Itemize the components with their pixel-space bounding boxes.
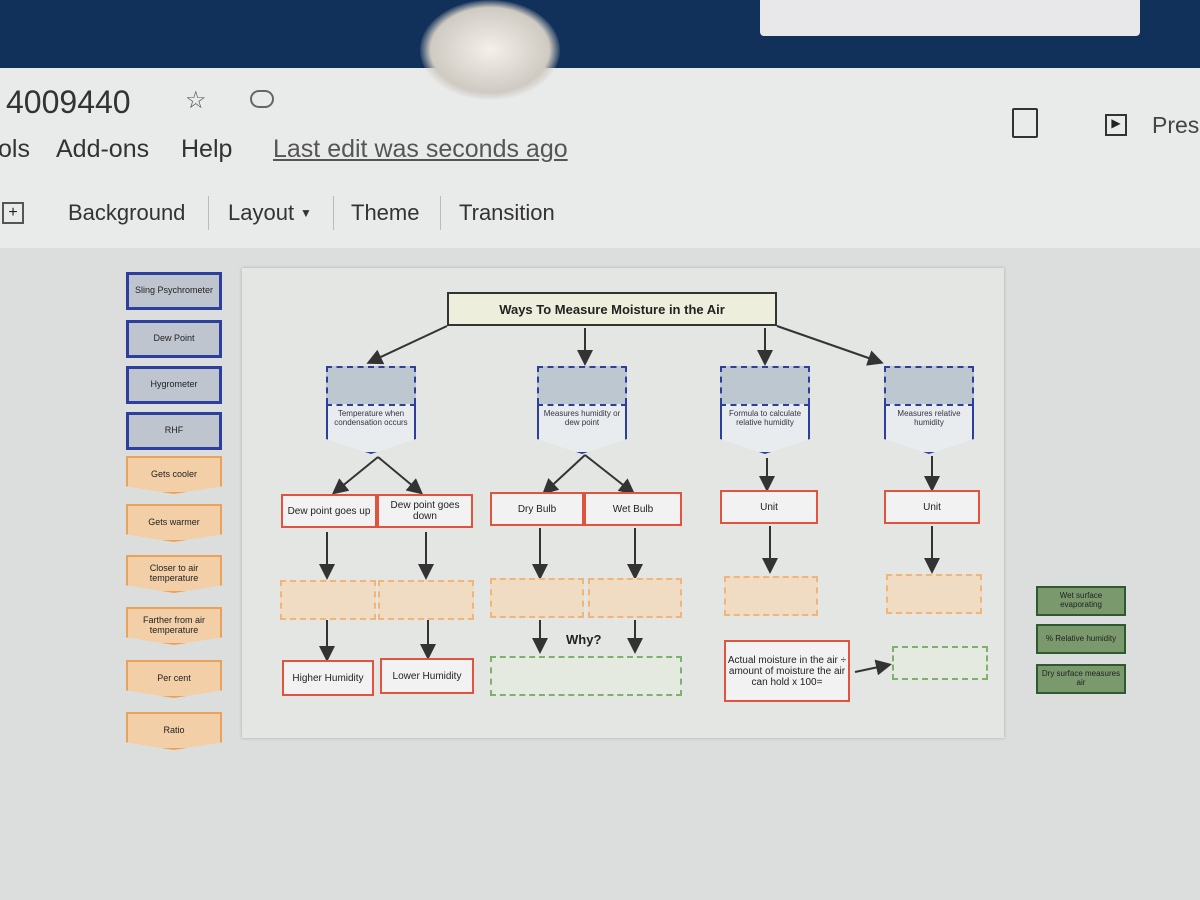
- drop-slot[interactable]: [724, 576, 818, 616]
- box-dew-point-down[interactable]: Dew point goes down: [377, 494, 473, 528]
- box-wet-bulb[interactable]: Wet Bulb: [584, 492, 682, 526]
- box-higher-humidity[interactable]: Higher Humidity: [282, 660, 374, 696]
- drop-slot[interactable]: [378, 580, 474, 620]
- formula-box[interactable]: Actual moisture in the air ÷ amount of m…: [724, 640, 850, 702]
- drop-slot[interactable]: [490, 578, 584, 618]
- why-label: Why?: [566, 632, 602, 647]
- box-dew-point-up[interactable]: Dew point goes up: [281, 494, 377, 528]
- drop-slot[interactable]: [886, 574, 982, 614]
- box-unit-hygrometer[interactable]: Unit: [884, 490, 980, 524]
- drop-slot[interactable]: [588, 578, 682, 618]
- box-lower-humidity[interactable]: Lower Humidity: [380, 658, 474, 694]
- box-unit-rhf[interactable]: Unit: [720, 490, 818, 524]
- drop-slot[interactable]: [280, 580, 376, 620]
- connector-lines: [319, 325, 940, 676]
- box-dry-bulb[interactable]: Dry Bulb: [490, 492, 584, 526]
- drop-slot-why[interactable]: [490, 656, 682, 696]
- drop-slot-percent[interactable]: [892, 646, 988, 680]
